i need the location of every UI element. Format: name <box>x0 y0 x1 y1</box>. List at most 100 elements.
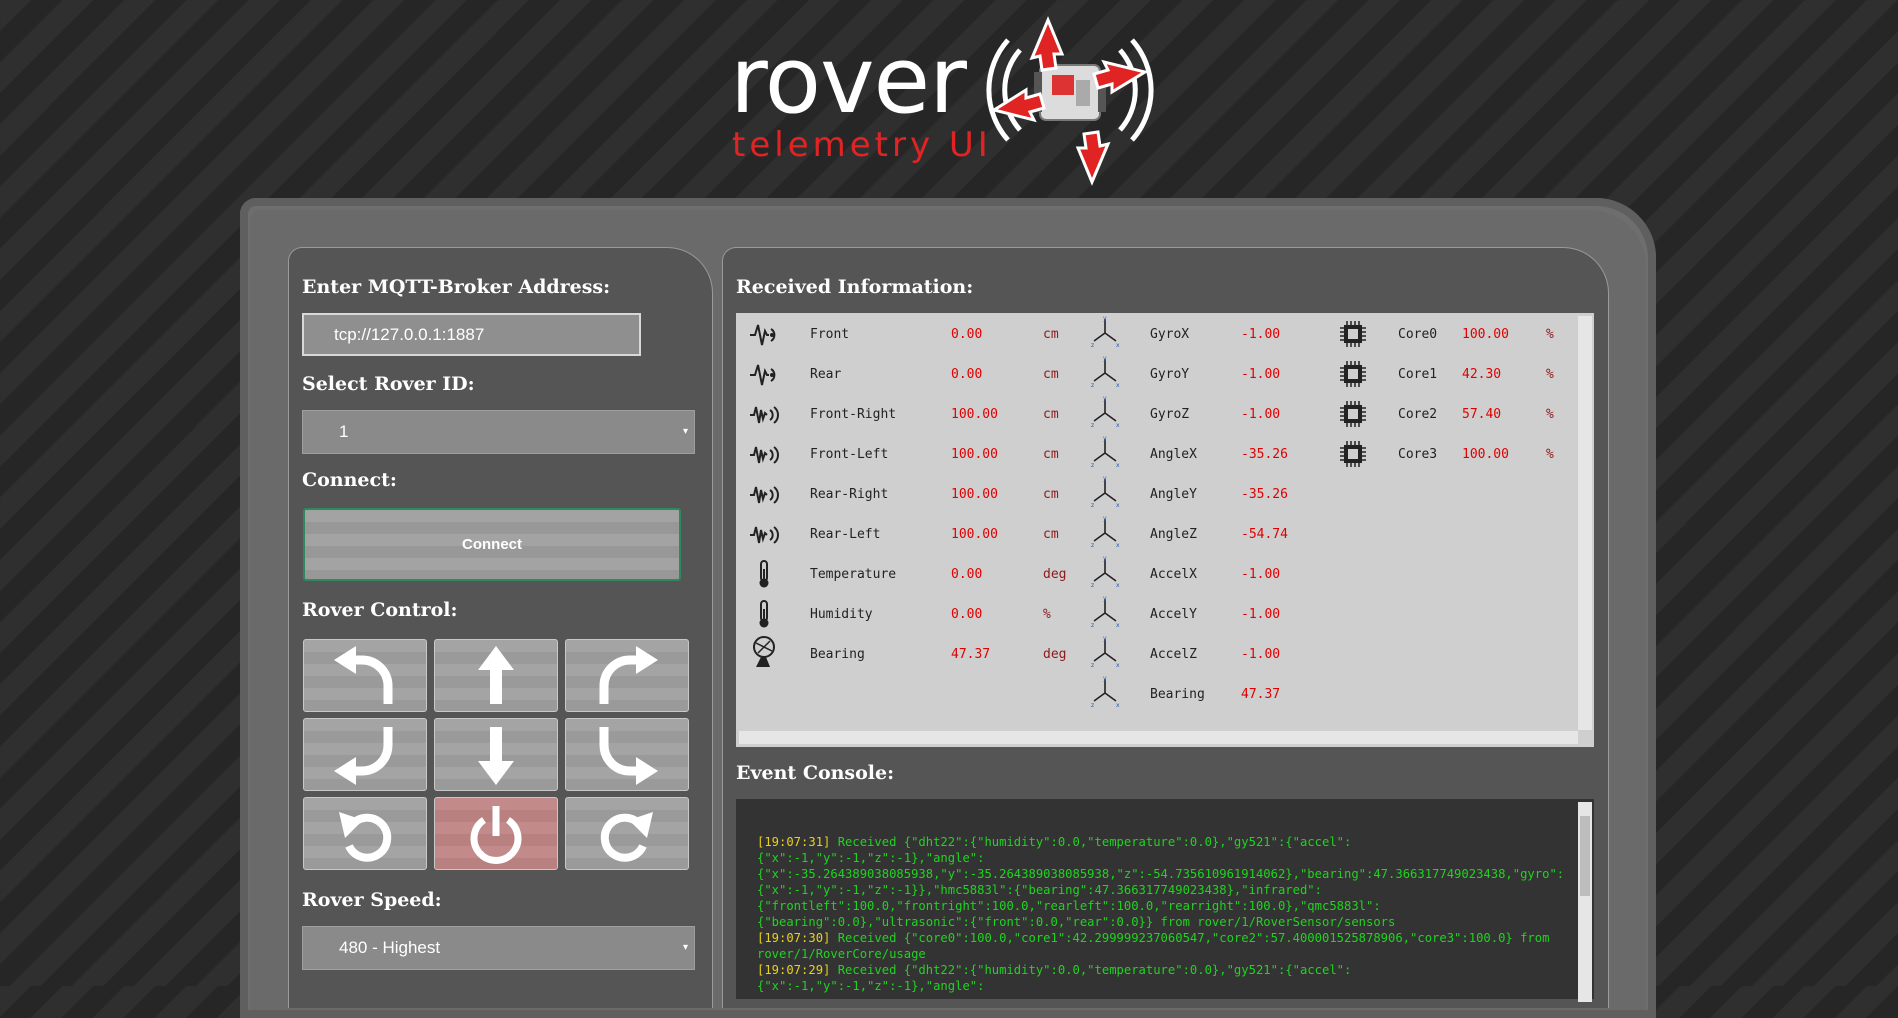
arrow-down-icon <box>478 726 514 785</box>
axes-icon: y z x <box>1088 435 1122 473</box>
infrared-icon <box>748 479 782 513</box>
console-line: {"bearing":0.0},"ultrasonic":{"front":0.… <box>757 914 1575 930</box>
console-line: {"x":-1,"y":-1,"z":-1},"angle": <box>757 978 1575 994</box>
received-info-heading: Received Information: <box>736 276 974 298</box>
thermometer-icon <box>748 559 782 593</box>
sensor-label: Humidity <box>810 607 873 622</box>
turn-right-backward-button[interactable] <box>565 718 689 791</box>
sensor-label: Rear-Right <box>810 487 889 502</box>
core-unit: % <box>1546 447 1554 462</box>
axes-icon: y z x <box>1088 675 1122 713</box>
svg-text:z: z <box>1091 662 1094 669</box>
compass-icon <box>748 635 782 673</box>
broker-address-input[interactable] <box>302 313 641 356</box>
console-scrollbar-thumb[interactable] <box>1580 816 1590 896</box>
rotate-left-button[interactable] <box>303 797 427 870</box>
console-line: [19:07:31] Received {"dht22":{"humidity"… <box>757 834 1575 850</box>
gyro-label: AccelZ <box>1150 647 1197 662</box>
logo-subtitle: telemetry UI <box>732 125 992 165</box>
svg-text:y: y <box>1103 675 1107 682</box>
chevron-down-icon: ▾ <box>682 942 688 953</box>
telemetry-row: Bearing 47.37 deg y z x AccelZ -1.00 <box>736 635 1576 669</box>
sensor-value: 0.00 <box>951 327 983 342</box>
gyro-label: AngleX <box>1150 447 1197 462</box>
telemetry-row: Rear-Left 100.00 cm y z x AngleZ -54.74 <box>736 515 1576 549</box>
core-label: Core1 <box>1398 367 1438 382</box>
console-text: Received {"dht22":{"humidity":0.0,"tempe… <box>830 963 1352 977</box>
event-console[interactable]: [19:07:31] Received {"dht22":{"humidity"… <box>736 799 1594 999</box>
telemetry-row: Rear 0.00 cm y z x GyroY -1.00 Core1 42.30% <box>736 355 1576 389</box>
curved-arrow-up-right-icon <box>599 645 658 704</box>
infrared-icon <box>748 399 782 433</box>
rotate-right-button[interactable] <box>565 797 689 870</box>
sensor-unit: deg <box>1043 647 1067 662</box>
svg-text:z: z <box>1091 342 1094 349</box>
app-logo: rover telemetry UI <box>730 10 1170 190</box>
turn-left-backward-button[interactable] <box>303 718 427 791</box>
console-text: rover/1/RoverCore/usage <box>757 947 926 961</box>
svg-text:x: x <box>1116 462 1120 469</box>
logo-word: rover <box>730 27 967 134</box>
svg-text:z: z <box>1091 542 1094 549</box>
axes-icon: y z x <box>1088 315 1122 353</box>
gyro-value: -35.26 <box>1241 447 1288 462</box>
console-text: {"frontleft":100.0,"frontright":100.0,"r… <box>757 899 1381 913</box>
telemetry-horizontal-scrollbar[interactable] <box>739 731 1578 744</box>
connect-heading: Connect: <box>302 469 397 491</box>
turn-right-forward-button[interactable] <box>565 639 689 712</box>
forward-button[interactable] <box>434 639 558 712</box>
cpu-icon <box>1338 399 1368 433</box>
sensor-value: 0.00 <box>951 567 983 582</box>
rover-id-heading: Select Rover ID: <box>302 373 475 395</box>
svg-text:x: x <box>1116 542 1120 549</box>
connect-button[interactable]: Connect <box>303 508 681 581</box>
svg-text:x: x <box>1116 582 1120 589</box>
rover-speed-select[interactable]: 480 - Highest ▾ <box>302 926 695 970</box>
curved-arrow-down-right-icon <box>599 726 658 785</box>
sensor-value: 47.37 <box>951 647 991 662</box>
sensor-value: 0.00 <box>951 607 983 622</box>
core-label: Core0 <box>1398 327 1438 342</box>
sensor-label: Temperature <box>810 567 897 582</box>
sensor-unit: cm <box>1043 407 1059 422</box>
console-text: {"x":-1,"y":-1,"z":-1},"angle": <box>757 851 985 865</box>
svg-text:z: z <box>1091 582 1094 589</box>
gyro-label: AngleZ <box>1150 527 1197 542</box>
svg-text:z: z <box>1091 382 1094 389</box>
gyro-value: -1.00 <box>1241 327 1281 342</box>
gyro-value: -1.00 <box>1241 567 1281 582</box>
sensor-label: Rear <box>810 367 842 382</box>
rotate-left-icon <box>339 811 392 862</box>
gyro-value: -1.00 <box>1241 647 1281 662</box>
sensor-label: Bearing <box>810 647 865 662</box>
telemetry-row: Front-Left 100.00 cm y z x AngleX -35.26 Core3 10… <box>736 435 1576 469</box>
sensor-unit: cm <box>1043 447 1059 462</box>
console-text: {"x":-1,"y":-1,"z":-1},"angle": <box>757 979 985 993</box>
core-unit: % <box>1546 327 1554 342</box>
console-text: {"x":-35.264389038085938,"y":-35.2643890… <box>757 867 1565 881</box>
gyro-label: GyroX <box>1150 327 1190 342</box>
rover-id-select[interactable]: 1 ▾ <box>302 410 695 454</box>
gyro-value: 47.37 <box>1241 687 1281 702</box>
telemetry-panel[interactable]: Front 0.00 cm y z x GyroX -1.00 Core0 100.00% Rear… <box>736 313 1594 747</box>
infrared-icon <box>748 439 782 473</box>
telemetry-vertical-scrollbar[interactable] <box>1578 316 1592 730</box>
thermometer-icon <box>748 599 782 633</box>
turn-left-forward-button[interactable] <box>303 639 427 712</box>
backward-button[interactable] <box>434 718 558 791</box>
curved-arrow-up-left-icon <box>334 645 393 704</box>
console-line: [19:07:30] Received {"core0":100.0,"core… <box>757 930 1575 946</box>
power-button[interactable] <box>434 797 558 870</box>
console-text: {"x":-1,"y":-1,"z":-1}},"hmc5883l":{"bea… <box>757 883 1322 897</box>
rover-speed-heading: Rover Speed: <box>302 889 442 911</box>
sensor-unit: cm <box>1043 487 1059 502</box>
telemetry-row: Temperature 0.00 deg y z x AccelX -1.00 <box>736 555 1576 589</box>
core-value: 42.30 <box>1462 367 1502 382</box>
svg-text:z: z <box>1091 502 1094 509</box>
rover-id-value: 1 <box>339 422 349 441</box>
console-line: rover/1/RoverCore/usage <box>757 946 1575 962</box>
core-value: 100.00 <box>1462 327 1509 342</box>
gyro-label: GyroY <box>1150 367 1190 382</box>
sensor-unit: cm <box>1043 527 1059 542</box>
cpu-icon <box>1338 359 1368 393</box>
